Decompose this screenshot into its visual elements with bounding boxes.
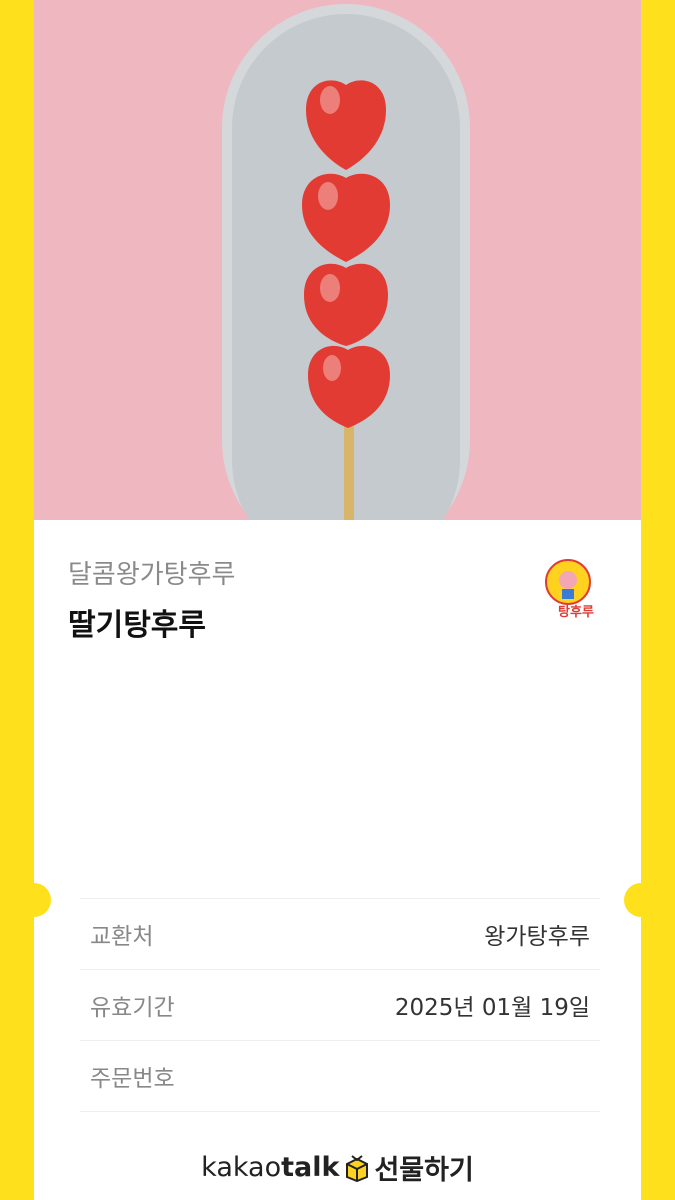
expiry-value: 2025년 01월 19일 [394, 995, 590, 1021]
kakao-text: kakao [201, 1151, 282, 1183]
exchange-label: 교환처 [90, 924, 154, 950]
order-number-label: 주문번호 [90, 1066, 175, 1092]
brand-logo: 탕후루 [540, 556, 606, 622]
info-row-expiry: 유효기간 2025년 01월 19일 [80, 969, 600, 1040]
info-row-exchange: 교환처 왕가탕후루 [80, 898, 600, 969]
expiry-label: 유효기간 [90, 995, 175, 1021]
exchange-value: 왕가탕후루 [484, 924, 590, 950]
product-image [34, 0, 641, 520]
ticket-notch-left [34, 883, 51, 917]
kakaotalk-gift-footer: kakao talk 선물하기 [34, 1145, 641, 1189]
gift-card: 달콤왕가탕후루 딸기탕후루 탕후루 교환처 왕가탕후루 유효기간 2025년 0… [34, 0, 641, 1200]
brand-name: 달콤왕가탕후루 [68, 560, 236, 590]
gift-box-icon [343, 1152, 371, 1183]
gift-label: 선물하기 [374, 1154, 474, 1186]
ticket-notch-right [624, 883, 641, 917]
talk-text: talk [281, 1151, 340, 1183]
product-name: 딸기탕후루 [68, 608, 206, 643]
gift-info-table: 교환처 왕가탕후루 유효기간 2025년 01월 19일 주문번호 [80, 898, 600, 1112]
svg-text:탕후루: 탕후루 [558, 604, 594, 620]
info-row-order-number: 주문번호 [80, 1040, 600, 1112]
